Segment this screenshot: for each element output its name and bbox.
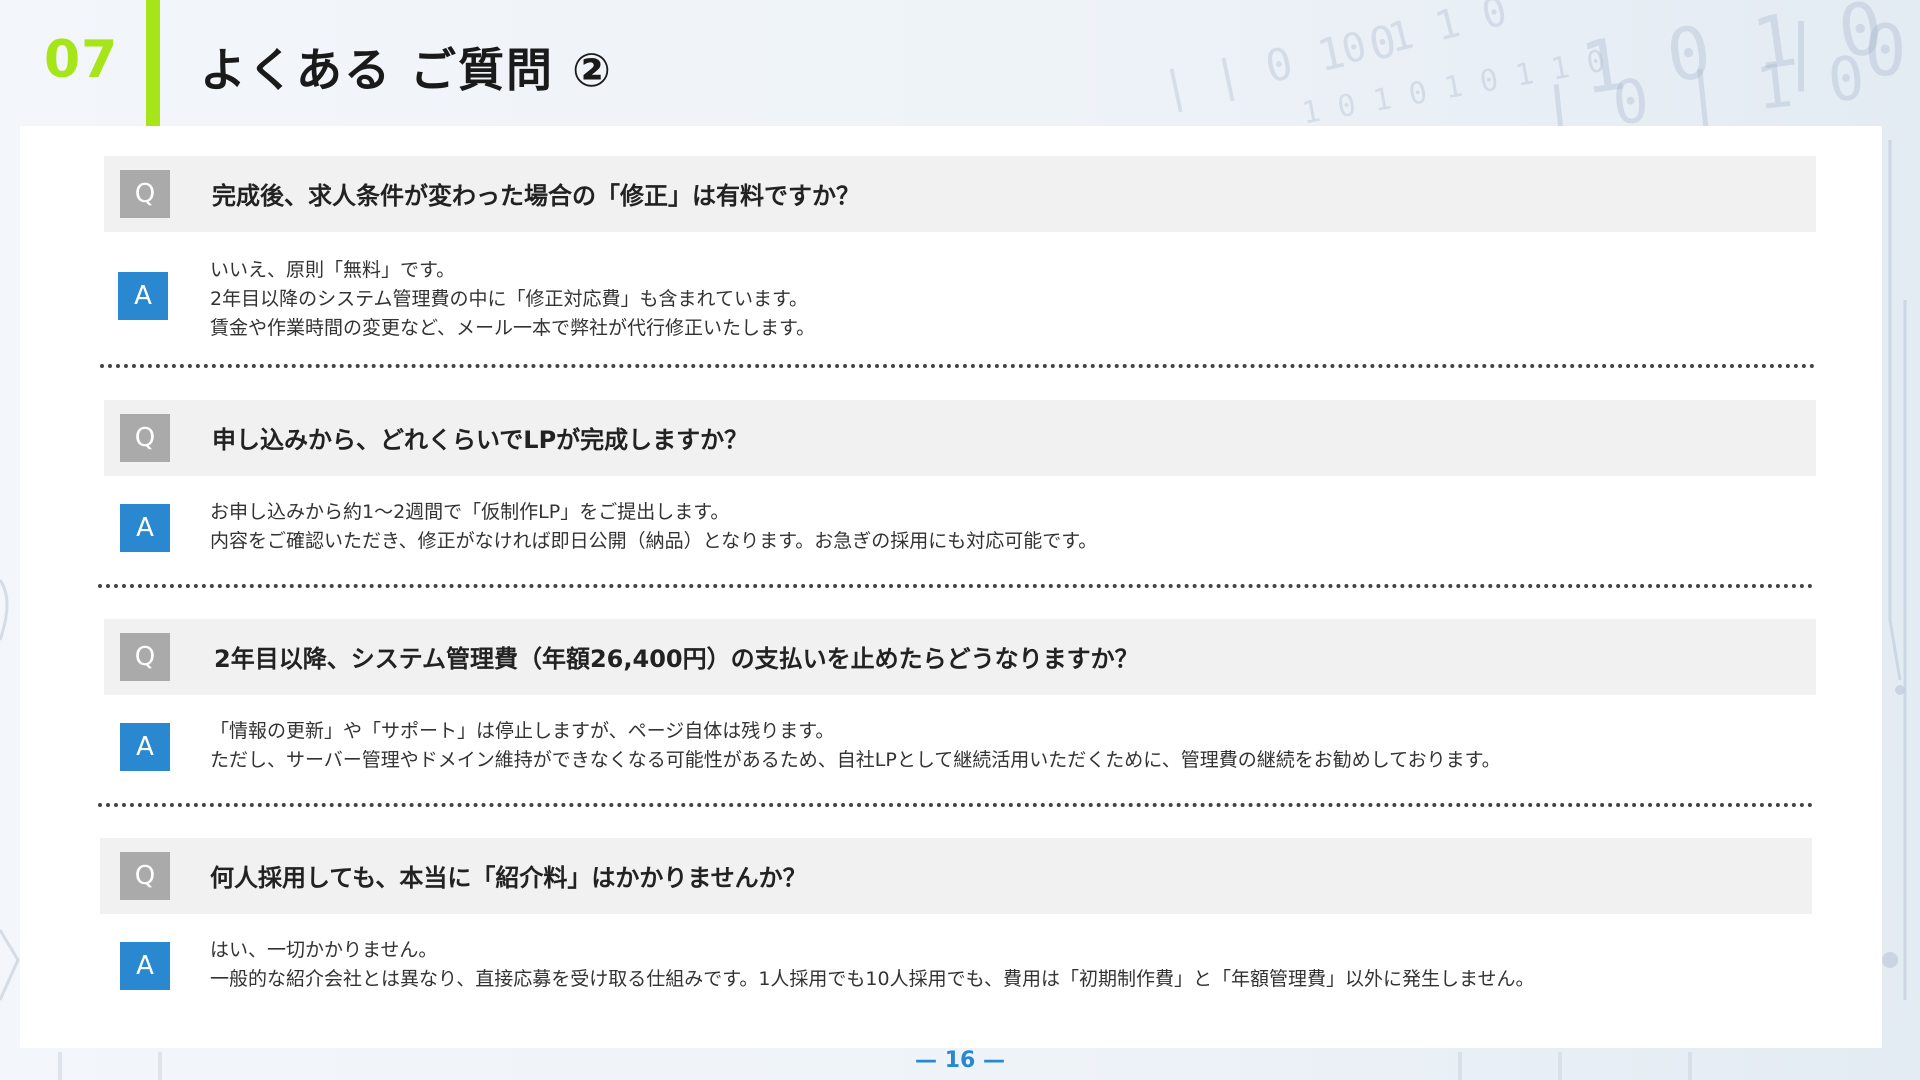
answer-line: はい、一切かかりません。 bbox=[210, 939, 438, 961]
faq-item-1: Q 完成後、求人条件が変わった場合の「修正」は有料ですか？ A いいえ、原則「無… bbox=[104, 156, 1816, 340]
question-badge: Q bbox=[120, 633, 170, 681]
answer-text: はい、一切かかりません。 一般的な紹介会社とは異なり、直接応募を受け取る仕組みで… bbox=[210, 936, 1534, 994]
answer-line: 一般的な紹介会社とは異なり、直接応募を受け取る仕組みです。1人採用でも10人採用… bbox=[210, 968, 1535, 990]
section-number: 07 bbox=[44, 30, 119, 90]
question-row: Q 何人採用しても、本当に「紹介料」はかかりませんか？ bbox=[100, 838, 1812, 914]
question-text: 申し込みから、どれくらいでLPが完成しますか？ bbox=[212, 426, 749, 454]
header-accent-bar bbox=[146, 0, 160, 130]
question-row: Q 2年目以降、システム管理費（年額26,400円）の支払いを止めたらどうなりま… bbox=[104, 619, 1816, 695]
answer-text: いいえ、原則「無料」です。 2年目以降のシステム管理費の中に「修正対応費」も含ま… bbox=[210, 256, 815, 343]
answer-line: ただし、サーバー管理やドメイン維持ができなくなる可能性があるため、自社LPとして… bbox=[210, 749, 1501, 771]
answer-badge: A bbox=[118, 272, 168, 320]
answer-line: お申し込みから約1～2週間で「仮制作LP」をご提出します。 bbox=[210, 501, 730, 523]
section-divider bbox=[98, 803, 1814, 807]
answer-text: 「情報の更新」や「サポート」は停止しますが、ページ自体は残ります。 ただし、サー… bbox=[210, 717, 1501, 775]
section-divider bbox=[100, 364, 1816, 368]
answer-text: お申し込みから約1～2週間で「仮制作LP」をご提出します。 内容をご確認いただき… bbox=[210, 498, 1097, 556]
question-badge: Q bbox=[120, 852, 170, 900]
question-row: Q 完成後、求人条件が変わった場合の「修正」は有料ですか？ bbox=[104, 156, 1816, 232]
page-number: — 16 — bbox=[915, 1048, 1005, 1073]
question-text: 完成後、求人条件が変わった場合の「修正」は有料ですか？ bbox=[212, 182, 860, 210]
question-badge: Q bbox=[120, 170, 170, 218]
answer-row: A お申し込みから約1～2週間で「仮制作LP」をご提出します。 内容をご確認いた… bbox=[104, 494, 1816, 584]
answer-row: A いいえ、原則「無料」です。 2年目以降のシステム管理費の中に「修正対応費」も… bbox=[104, 250, 1816, 340]
answer-row: A はい、一切かかりません。 一般的な紹介会社とは異なり、直接応募を受け取る仕組… bbox=[100, 932, 1812, 1022]
question-text: 何人採用しても、本当に「紹介料」はかかりませんか？ bbox=[210, 864, 807, 892]
answer-line: 「情報の更新」や「サポート」は停止しますが、ページ自体は残ります。 bbox=[210, 720, 835, 742]
slide-header: 07 よくある ご質問 ② bbox=[0, 0, 1920, 130]
answer-line: 2年目以降のシステム管理費の中に「修正対応費」も含まれています。 bbox=[210, 288, 809, 310]
question-text: 2年目以降、システム管理費（年額26,400円）の支払いを止めたらどうなりますか… bbox=[214, 645, 1139, 673]
answer-badge: A bbox=[120, 723, 170, 771]
answer-row: A 「情報の更新」や「サポート」は停止しますが、ページ自体は残ります。 ただし、… bbox=[104, 713, 1816, 803]
question-row: Q 申し込みから、どれくらいでLPが完成しますか？ bbox=[104, 400, 1816, 476]
question-badge: Q bbox=[120, 414, 170, 462]
answer-line: いいえ、原則「無料」です。 bbox=[210, 259, 456, 281]
answer-badge: A bbox=[120, 942, 170, 990]
section-divider bbox=[98, 584, 1814, 588]
answer-line: 賃金や作業時間の変更など、メール一本で弊社が代行修正いたします。 bbox=[210, 317, 816, 339]
faq-item-2: Q 申し込みから、どれくらいでLPが完成しますか？ A お申し込みから約1～2週… bbox=[104, 400, 1816, 584]
answer-line: 内容をご確認いただき、修正がなければ即日公開（納品）となります。お急ぎの採用にも… bbox=[210, 530, 1098, 552]
page-title: よくある ご質問 ② bbox=[200, 43, 613, 97]
answer-badge: A bbox=[120, 504, 170, 552]
faq-item-4: Q 何人採用しても、本当に「紹介料」はかかりませんか？ A はい、一切かかりませ… bbox=[100, 838, 1812, 1022]
faq-item-3: Q 2年目以降、システム管理費（年額26,400円）の支払いを止めたらどうなりま… bbox=[104, 619, 1816, 803]
